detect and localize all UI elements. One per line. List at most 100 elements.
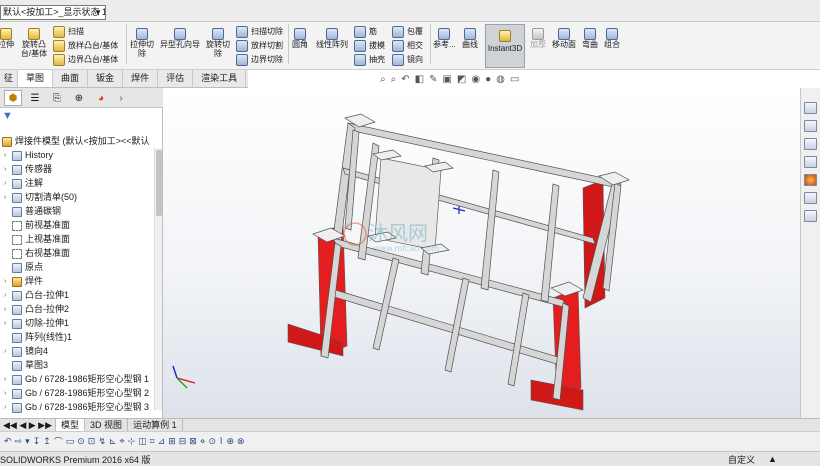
chevron-down-icon[interactable]: ▼ [94, 6, 102, 19]
tab-sheet-metal[interactable]: 钣金 [88, 70, 124, 87]
hole-wizard-button[interactable]: 异型孔向导 [160, 28, 200, 49]
dimxpert-tab-icon[interactable]: ⊕ [70, 90, 88, 106]
expand-icon[interactable]: › [4, 317, 12, 330]
view-palette-icon[interactable] [804, 156, 817, 168]
instant3d-button[interactable]: Instant3D [485, 24, 525, 68]
swept-cut-button[interactable]: 扫描切除 [236, 25, 283, 38]
tree-item-annotations[interactable]: › 注解 [4, 177, 43, 190]
tree-item-sensors[interactable]: › 传感器 [4, 163, 52, 176]
zoom-area-icon[interactable]: ⌕ [391, 74, 397, 85]
sketch-tool-icon-3[interactable]: ↧ [33, 436, 41, 447]
shell-button[interactable]: 抽壳 [354, 53, 385, 66]
curves-button[interactable]: 曲线 [462, 28, 478, 49]
tree-item-tube-profile-1[interactable]: › Gb / 6728-1986矩形空心型钢 1 [4, 373, 149, 386]
expand-icon[interactable]: › [4, 275, 12, 288]
wrap-button[interactable]: 包覆 [392, 25, 423, 38]
tree-scroll-thumb[interactable] [156, 150, 162, 216]
tab-model[interactable]: 模型 [56, 419, 86, 431]
tree-item-history[interactable]: › History [4, 149, 53, 162]
sketch-tool-icon-14[interactable]: ⌗ [150, 436, 155, 447]
tab-weldments[interactable]: 焊件 [123, 70, 159, 87]
flex-button[interactable]: 弯曲 [582, 28, 598, 49]
appearances-icon[interactable] [804, 174, 817, 186]
sketch-tool-icon-6[interactable]: ▭ [66, 436, 75, 447]
revolve-boss-button[interactable]: 旋转凸台/基体 [20, 28, 48, 58]
display-style-icon[interactable]: ◩ [457, 74, 466, 85]
dynamic-annotation-icon[interactable]: ✎ [429, 74, 437, 85]
extrude-boss-button[interactable]: 拉伸凸台/基体 [0, 28, 14, 49]
sketch-tool-icon-2[interactable]: ▾ [25, 436, 30, 447]
property-manager-tab-icon[interactable]: ☰ [26, 90, 44, 106]
tree-item-boss-extrude1[interactable]: › 凸台-拉伸1 [4, 289, 69, 302]
expand-icon[interactable]: › [4, 401, 12, 414]
previous-view-icon[interactable]: ↶ [401, 74, 409, 85]
tab-render-tools[interactable]: 渲染工具 [193, 70, 247, 87]
feature-tree-tab-icon[interactable]: ⬢ [4, 90, 22, 106]
panel-collapse-icon[interactable]: › [112, 90, 130, 106]
tab-motion-study[interactable]: 运动算例 1 [128, 419, 183, 431]
sketch-tool-icon-18[interactable]: ⊠ [189, 436, 197, 447]
configuration-dropdown[interactable]: 默认<按加工>_显示状态 1 ▼ [0, 5, 106, 20]
expand-icon[interactable]: › [4, 387, 12, 400]
sketch-tool-icon-4[interactable]: ↥ [43, 436, 51, 447]
revolve-cut-button[interactable]: 旋转切除 [206, 28, 230, 58]
sketch-tool-icon-8[interactable]: ⊡ [88, 436, 96, 447]
expand-icon[interactable]: › [4, 191, 12, 204]
scene-icon[interactable]: ◍ [496, 74, 505, 85]
solidworks-resources-icon[interactable] [804, 102, 817, 114]
forum-icon[interactable] [804, 210, 817, 222]
tree-item-origin[interactable]: 原点 [4, 261, 43, 274]
move-face-button[interactable]: 移动面 [552, 28, 576, 49]
sketch-tool-icon-9[interactable]: ↯ [98, 436, 106, 447]
tree-item-material[interactable]: 普通碳钢 [4, 205, 61, 218]
intersect-button[interactable]: 相交 [392, 39, 423, 52]
sketch-tool-icon-12[interactable]: ⊹ [128, 436, 136, 447]
tree-item-sketch3[interactable]: 草图3 [4, 359, 48, 372]
view-orientation-icon[interactable]: ▣ [442, 74, 451, 85]
sketch-tool-icon-13[interactable]: ◫ [138, 436, 147, 447]
boundary-cut-button[interactable]: 边界切除 [236, 53, 283, 66]
tab-3d-view[interactable]: 3D 视图 [85, 419, 129, 431]
zoom-to-fit-icon[interactable]: ⌕ [380, 74, 386, 85]
tree-item-cut-list[interactable]: › 切割清单(50) [4, 191, 77, 204]
expand-icon[interactable]: › [4, 303, 12, 316]
status-units[interactable]: 自定义 [728, 453, 755, 466]
tree-item-linear-pattern1[interactable]: 阵列(线性)1 [4, 331, 72, 344]
tree-item-weldment[interactable]: › 焊件 [4, 275, 43, 288]
configuration-manager-tab-icon[interactable]: ⎘ [48, 90, 66, 106]
linear-pattern-button[interactable]: 线性阵列 [316, 28, 348, 49]
sketch-tool-icon-16[interactable]: ⊞ [168, 436, 176, 447]
tab-surfaces[interactable]: 曲面 [53, 70, 89, 87]
tree-item-right-plane[interactable]: 右视基准面 [4, 247, 70, 260]
appearance-icon[interactable]: ● [485, 74, 491, 85]
tree-item-tube-profile-2[interactable]: › Gb / 6728-1986矩形空心型钢 2 [4, 387, 149, 400]
tree-item-front-plane[interactable]: 前视基准面 [4, 219, 70, 232]
thicken-button[interactable]: 加厚 [530, 28, 546, 49]
loft-boss-button[interactable]: 放样凸台/基体 [53, 39, 118, 52]
tree-item-tube-profile-3[interactable]: › Gb / 6728-1986矩形空心型钢 3 [4, 401, 149, 414]
sketch-tool-icon-5[interactable]: ⌒ [54, 435, 63, 448]
tab-nav-arrows[interactable]: ◀◀ ◀ ▶ ▶▶ [0, 419, 57, 431]
graphics-viewport[interactable]: 沐风网 www.mfcad.com [163, 88, 800, 418]
tab-features[interactable]: 征 [0, 70, 19, 87]
filter-icon[interactable]: ▼ [2, 110, 13, 122]
custom-properties-icon[interactable] [804, 192, 817, 204]
units-chevron-icon[interactable]: ▲ [768, 454, 777, 464]
tree-scrollbar[interactable] [154, 148, 162, 410]
tree-item-top-plane[interactable]: 上视基准面 [4, 233, 70, 246]
tree-item-boss-extrude2[interactable]: › 凸台-拉伸2 [4, 303, 69, 316]
extrude-cut-button[interactable]: 拉伸切除 [130, 28, 154, 58]
weldment-frame-model[interactable]: 沐风网 www.mfcad.com [163, 88, 800, 418]
section-view-icon[interactable]: ◧ [415, 74, 424, 85]
display-manager-tab-icon[interactable]: ◕ [92, 90, 110, 106]
expand-icon[interactable]: › [4, 177, 12, 190]
boundary-boss-button[interactable]: 边界凸台/基体 [53, 53, 118, 66]
tab-evaluate[interactable]: 评估 [158, 70, 194, 87]
lofted-cut-button[interactable]: 放样切割 [236, 39, 283, 52]
sweep-button[interactable]: 扫描 [53, 25, 84, 38]
file-explorer-icon[interactable] [804, 138, 817, 150]
expand-icon[interactable]: › [4, 289, 12, 302]
draft-button[interactable]: 拔模 [354, 39, 385, 52]
sketch-tool-icon-1[interactable]: ⇨ [15, 436, 23, 447]
hide-show-icon[interactable]: ◉ [471, 74, 480, 85]
